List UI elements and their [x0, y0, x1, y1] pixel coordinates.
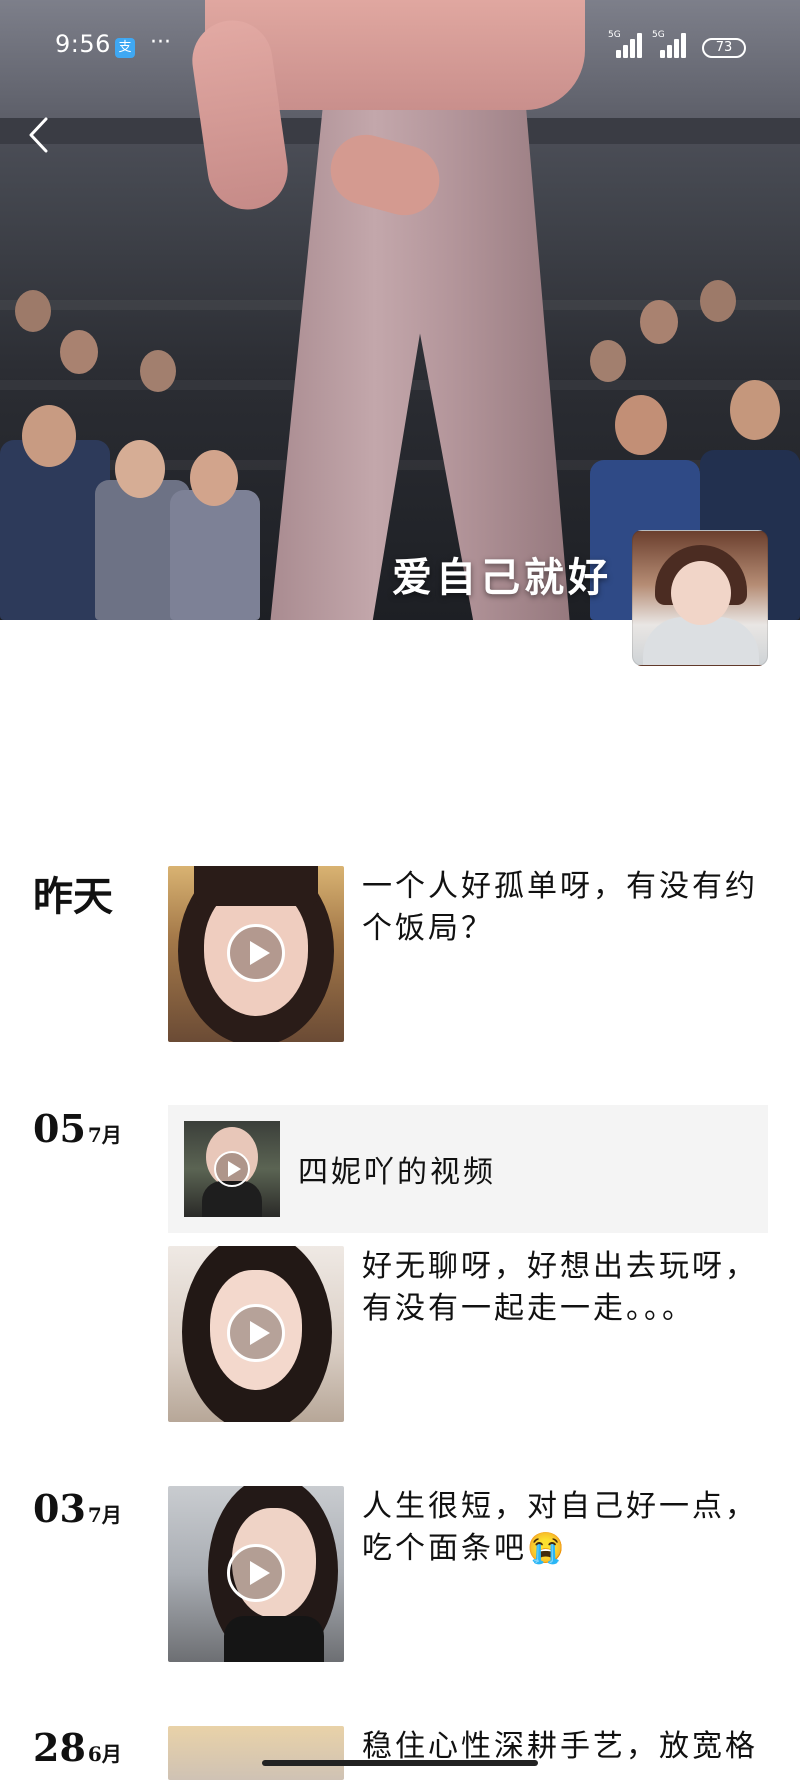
audience-member-head [190, 450, 238, 506]
shared-video-thumbnail [184, 1121, 280, 1217]
shared-video-title: 四妮吖的视频 [298, 1155, 496, 1190]
more-notifications-icon: ··· [150, 30, 171, 55]
date-day: 28 [33, 1725, 86, 1770]
thumbnail-bangs [194, 866, 318, 906]
date-day: 03 [33, 1486, 86, 1531]
battery-icon: 73 [702, 38, 746, 58]
post-text[interactable]: 人生很短，对自己好一点，吃个面条吧😭 [362, 1486, 782, 1570]
date-month: 6月 [87, 1742, 122, 1766]
audience-member-head [15, 290, 51, 332]
audience-member-head [590, 340, 626, 382]
date-month: 7月 [87, 1123, 122, 1147]
date-label: 05 7月 [33, 1106, 122, 1151]
audience-member-head [730, 380, 780, 440]
audience-member-head [60, 330, 98, 374]
audience-member-head [640, 300, 678, 344]
video-thumbnail[interactable] [168, 866, 344, 1042]
thumbnail-top [224, 1616, 324, 1662]
play-icon[interactable] [227, 1544, 285, 1602]
video-thumbnail[interactable] [168, 1246, 344, 1422]
date-label: 03 7月 [33, 1486, 122, 1531]
network-type-label: 5G [652, 30, 665, 40]
date-label: 28 6月 [33, 1725, 122, 1770]
audience-member-head [700, 280, 736, 322]
network-type-label: 5G [608, 30, 621, 40]
date-day: 05 [33, 1106, 86, 1151]
audience-member-head [22, 405, 76, 467]
avatar[interactable] [632, 530, 768, 666]
audience-member [170, 490, 260, 620]
video-thumbnail[interactable] [168, 1486, 344, 1662]
status-time: 9:56 [55, 30, 111, 58]
play-icon [214, 1151, 250, 1187]
play-icon[interactable] [227, 924, 285, 982]
video-thumbnail[interactable] [168, 1726, 344, 1780]
date-month: 7月 [87, 1503, 122, 1527]
audience-member-head [115, 440, 165, 498]
home-indicator[interactable] [262, 1760, 538, 1766]
audience-member-head [615, 395, 667, 455]
date-label: 昨天 [33, 873, 113, 920]
audience-member-head [140, 350, 176, 392]
shared-video-card[interactable]: 四妮吖的视频 [168, 1105, 768, 1233]
cover-caption: 爱自己就好 [392, 554, 612, 601]
status-bar: 9:56 支 ··· 5G 5G 73 [0, 0, 800, 96]
play-icon[interactable] [227, 1304, 285, 1362]
signal-strength-icon: 5G [652, 30, 688, 58]
alipay-icon: 支 [115, 38, 135, 58]
signal-strength-icon: 5G [608, 30, 644, 58]
post-text[interactable]: 好无聊呀，好想出去玩呀，有没有一起走一走。。。 [362, 1246, 782, 1330]
post-text[interactable]: 一个人好孤单呀，有没有约个饭局？ [362, 866, 782, 950]
chevron-left-icon [29, 117, 48, 153]
audience-member [0, 440, 110, 620]
post-text[interactable]: 稳住心性深耕手艺，放宽格 [362, 1726, 782, 1780]
back-button[interactable] [22, 115, 58, 155]
